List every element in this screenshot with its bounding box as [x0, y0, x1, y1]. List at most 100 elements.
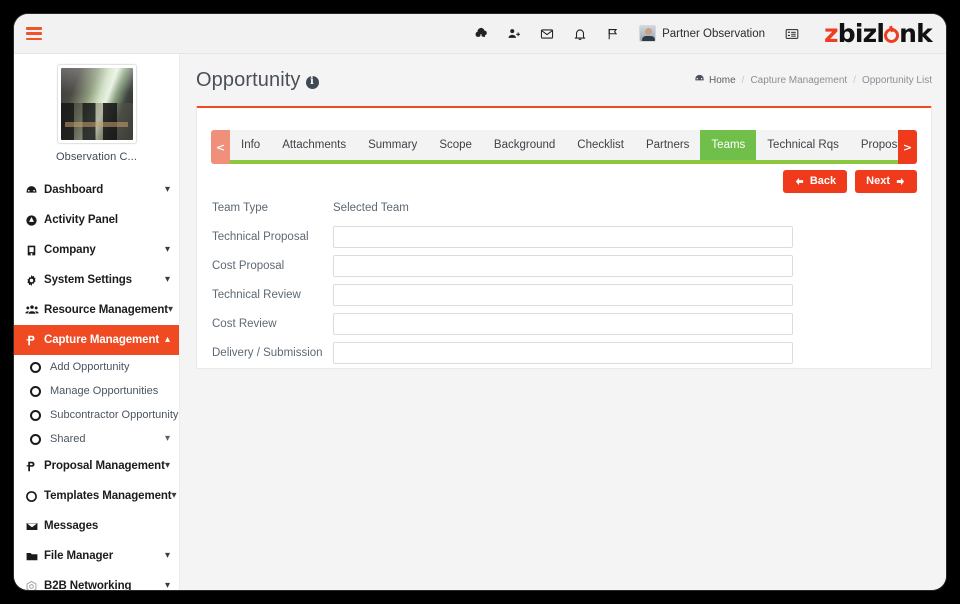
sidebar-item-capture-management[interactable]: Capture Management ▴ — [14, 325, 179, 355]
page-title: Opportunity i — [196, 69, 319, 92]
sidebar-item-file-manager[interactable]: File Manager ▾ — [14, 541, 179, 571]
back-button[interactable]: Back — [782, 170, 848, 193]
breadcrumb-home-label: Home — [708, 74, 736, 86]
cost-proposal-input[interactable] — [333, 255, 793, 277]
chevron-down-icon: ▾ — [164, 274, 170, 285]
info-icon[interactable]: i — [305, 75, 319, 89]
tab-scroll-right-button[interactable]: > — [898, 130, 917, 164]
sidebar-item-label: Capture Management — [44, 334, 160, 346]
next-button[interactable]: Next — [855, 170, 917, 193]
circle-bullet-icon — [30, 409, 41, 421]
next-button-label: Next — [866, 175, 890, 187]
delivery-submission-label: Delivery / Submission — [212, 347, 323, 359]
chevron-down-icon: ▾ — [164, 184, 170, 195]
sidebar-item-system-settings[interactable]: System Settings ▾ — [14, 265, 179, 295]
sidebar-subitem-shared[interactable]: Shared ▾ — [14, 427, 179, 451]
sidebar-subitem-label: Subcontractor Opportunity — [50, 409, 179, 421]
sidebar-item-resource-management[interactable]: Resource Management ▾ — [14, 295, 179, 325]
sidebar: Observation C... Dashboard ▾ Activity Pa… — [14, 54, 180, 590]
tab-summary[interactable]: Summary — [357, 130, 429, 160]
dashboard-icon — [25, 184, 44, 197]
tab-scope[interactable]: Scope — [428, 130, 483, 160]
page-title-text: Opportunity — [196, 68, 301, 91]
tab-proposal-rqs[interactable]: Proposal Rqs — [849, 130, 898, 160]
gear-icon — [25, 274, 44, 287]
tab-background[interactable]: Background — [482, 130, 567, 160]
tab-scroll-left-button[interactable]: < — [211, 130, 230, 164]
topbar-right-group: Partner Observation z bizl nk — [464, 14, 946, 54]
sidebar-item-proposal-management[interactable]: Proposal Management ▾ — [14, 451, 179, 481]
sidebar-item-b2b-networking[interactable]: B2B Networking ▾ — [14, 571, 179, 590]
breadcrumb-home[interactable]: Home — [694, 73, 736, 87]
technical-proposal-label: Technical Proposal — [212, 231, 309, 243]
sidebar-subitem-subcontractor-opportunity[interactable]: Subcontractor Opportunity — [14, 403, 179, 427]
circle-bullet-icon — [30, 361, 41, 373]
form-row-delivery-submission: Delivery / Submission — [211, 341, 917, 365]
brand-part-2: bizl — [837, 19, 885, 48]
sidebar-item-label: File Manager — [44, 550, 114, 562]
profile-thumbnail[interactable] — [56, 64, 137, 144]
brand-logo[interactable]: z bizl nk — [808, 21, 946, 46]
app-window: Partner Observation z bizl nk Observatio… — [14, 14, 946, 590]
sidebar-item-label: Dashboard — [44, 184, 104, 196]
breadcrumb: Home / Capture Management / Opportunity … — [694, 73, 932, 87]
form-actions: Back Next — [782, 170, 917, 193]
tab-technical-rqs[interactable]: Technical Rqs — [756, 130, 850, 160]
cost-review-input[interactable] — [333, 313, 793, 335]
tab-partners[interactable]: Partners — [634, 130, 701, 160]
main-content: Opportunity i Home / Capture Management — [180, 54, 946, 590]
activity-icon — [25, 214, 44, 227]
user-account-menu[interactable]: Partner Observation — [629, 25, 775, 42]
circle-bullet-icon — [30, 433, 41, 445]
top-navbar: Partner Observation z bizl nk — [14, 14, 946, 54]
teams-form: Team Type Selected Team Technical Propos… — [211, 196, 917, 365]
technical-proposal-input[interactable] — [333, 226, 793, 248]
home-icon — [694, 73, 705, 87]
user-name-label: Partner Observation — [662, 27, 766, 40]
chevron-down-icon: ▾ — [164, 580, 170, 591]
user-add-icon[interactable] — [497, 14, 530, 54]
form-header-row: Team Type Selected Team — [211, 196, 917, 220]
opportunity-card: < Info Attachments Summary Scope Backgro… — [196, 106, 932, 369]
chevron-down-icon: ▾ — [168, 304, 174, 315]
selected-team-label: Selected Team — [333, 202, 409, 214]
menu-toggle-icon[interactable] — [26, 27, 42, 40]
sidebar-item-templates-management[interactable]: Templates Management ▾ — [14, 481, 179, 511]
tab-teams[interactable]: Teams — [700, 130, 757, 160]
mail-icon[interactable] — [530, 14, 563, 54]
sidebar-item-label: Company — [44, 244, 96, 256]
bell-icon[interactable] — [563, 14, 596, 54]
folder-icon — [25, 550, 44, 563]
tab-checklist[interactable]: Checklist — [566, 130, 635, 160]
tab-list: Info Attachments Summary Scope Backgroun… — [230, 130, 898, 164]
sidebar-item-label: System Settings — [44, 274, 132, 286]
technical-review-input[interactable] — [333, 284, 793, 306]
tab-info[interactable]: Info — [230, 130, 272, 160]
profile-image — [60, 68, 133, 140]
sidebar-item-dashboard[interactable]: Dashboard ▾ — [14, 175, 179, 205]
cloud-upload-icon[interactable] — [464, 14, 497, 54]
sidebar-item-messages[interactable]: Messages — [14, 511, 179, 541]
breadcrumb-item-opportunity-list[interactable]: Opportunity List — [862, 75, 932, 86]
delivery-submission-input[interactable] — [333, 342, 793, 364]
capture-icon — [25, 334, 44, 347]
chevron-down-icon: ▾ — [164, 550, 170, 561]
sidebar-item-label: Activity Panel — [44, 214, 119, 226]
sidebar-item-label: Resource Management — [44, 304, 168, 316]
list-toggle-icon[interactable] — [775, 14, 808, 54]
arrow-left-icon — [794, 176, 805, 187]
sidebar-item-company[interactable]: Company ▾ — [14, 235, 179, 265]
tab-attachments[interactable]: Attachments — [271, 130, 358, 160]
breadcrumb-item-capture-management[interactable]: Capture Management — [750, 75, 847, 86]
templates-icon — [25, 490, 44, 503]
messages-icon — [25, 520, 44, 533]
team-type-label: Team Type — [212, 202, 269, 214]
breadcrumb-separator: / — [741, 74, 745, 86]
brand-glyph-o — [884, 28, 900, 43]
sidebar-item-activity-panel[interactable]: Activity Panel — [14, 205, 179, 235]
sidebar-profile: Observation C... — [14, 54, 179, 167]
page-header: Opportunity i Home / Capture Management — [180, 54, 946, 106]
sidebar-subitem-add-opportunity[interactable]: Add Opportunity — [14, 355, 179, 379]
flag-icon[interactable] — [596, 14, 629, 54]
sidebar-subitem-manage-opportunities[interactable]: Manage Opportunities — [14, 379, 179, 403]
